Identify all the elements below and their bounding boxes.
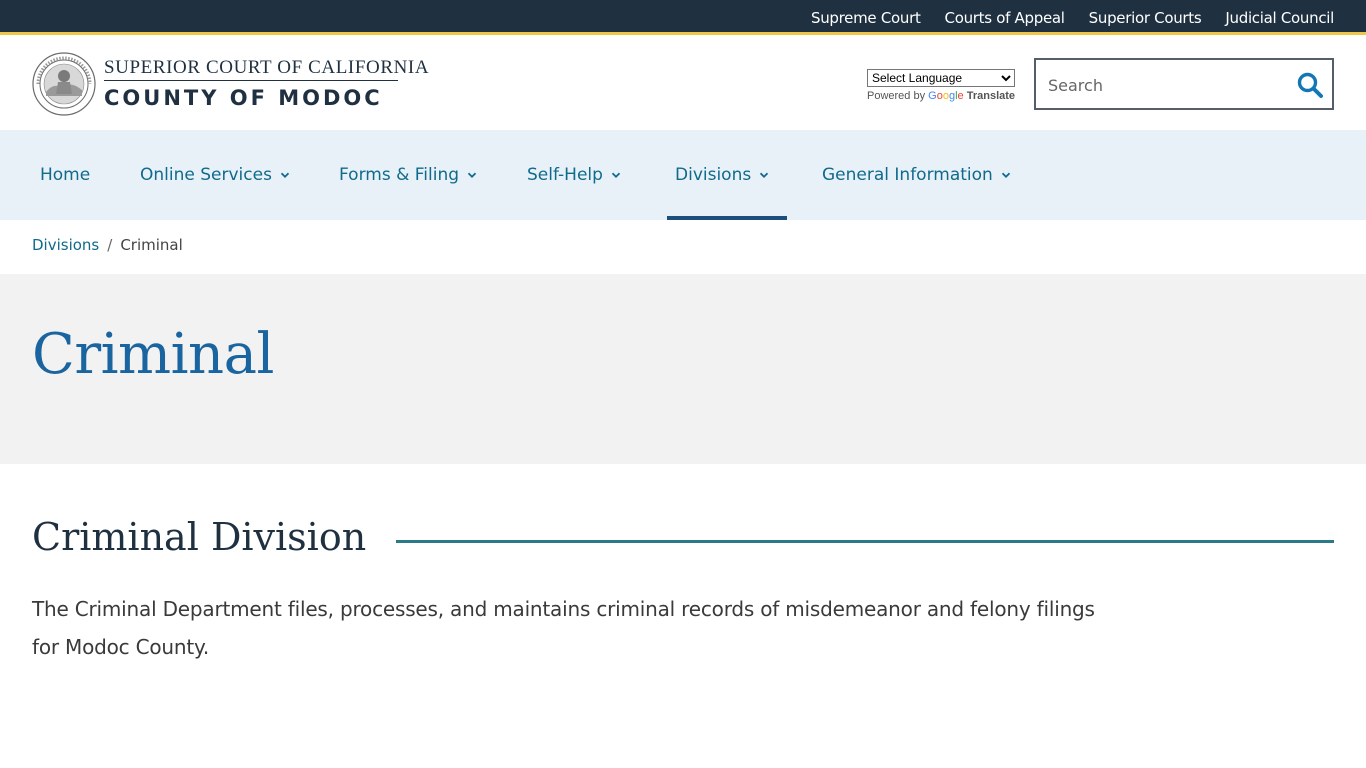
breadcrumb-separator: /	[107, 236, 113, 254]
chevron-down-icon	[280, 172, 290, 178]
chevron-down-icon	[467, 172, 477, 178]
search-box	[1034, 58, 1334, 110]
nav-item-label: Forms & Filing	[339, 165, 460, 185]
court-name-line1: SUPERIOR COURT OF CALIFORNIA	[104, 57, 430, 78]
court-name-line2: COUNTY OF MODOC	[104, 86, 383, 110]
search-input[interactable]	[1048, 72, 1288, 98]
nav-item-divisions[interactable]: Divisions	[666, 130, 788, 220]
utility-link-courts-of-appeal[interactable]: Courts of Appeal	[945, 9, 1065, 27]
google-translate-widget: Select Language Powered by Google Transl…	[867, 69, 1022, 102]
utility-bar: Supreme Court Courts of Appeal Superior …	[0, 0, 1366, 35]
google-letter: e	[957, 90, 964, 102]
section-divider	[396, 540, 1334, 543]
chevron-down-icon	[1001, 172, 1010, 178]
nav-item-label: General Information	[822, 165, 993, 185]
search-icon	[1297, 72, 1323, 98]
chevron-down-icon	[611, 172, 621, 178]
nav-item-label: Self-Help	[527, 165, 603, 185]
nav-item-online-services[interactable]: Online Services	[140, 130, 290, 220]
google-letter: G	[928, 90, 937, 102]
page-hero: Criminal	[0, 274, 1366, 464]
breadcrumb: Divisions / Criminal	[32, 236, 183, 254]
search-button[interactable]	[1296, 71, 1324, 99]
utility-link-supreme-court[interactable]: Supreme Court	[811, 9, 921, 27]
nav-item-general-information[interactable]: General Information	[822, 130, 1011, 220]
utility-link-judicial-council[interactable]: Judicial Council	[1225, 9, 1334, 27]
california-judicial-seal-icon[interactable]	[32, 52, 96, 116]
chevron-down-icon	[760, 172, 769, 178]
section-body-text: The Criminal Department files, processes…	[32, 597, 1095, 659]
utility-nav: Supreme Court Courts of Appeal Superior …	[811, 0, 1334, 35]
powered-by-label: Powered by	[867, 90, 926, 102]
section-title: Criminal Division	[32, 515, 367, 559]
language-select[interactable]: Select Language	[867, 69, 1015, 87]
google-logo[interactable]: Google	[928, 90, 964, 102]
utility-link-superior-courts[interactable]: Superior Courts	[1089, 9, 1202, 27]
translate-label: Translate	[966, 90, 1016, 102]
site-header: SUPERIOR COURT OF CALIFORNIA COUNTY OF M…	[0, 38, 1366, 130]
nav-item-forms-filing[interactable]: Forms & Filing	[339, 130, 477, 220]
nav-item-self-help[interactable]: Self-Help	[527, 130, 621, 220]
powered-by-google: Powered by Google Translate	[867, 90, 1022, 102]
page-title: Criminal	[32, 322, 274, 387]
main-nav: Home Online Services Forms & Filing Self…	[0, 130, 1366, 220]
nav-item-home[interactable]: Home	[40, 130, 90, 220]
breadcrumb-link-divisions[interactable]: Divisions	[32, 236, 99, 254]
court-name-divider	[104, 80, 398, 81]
nav-item-label: Home	[40, 165, 91, 185]
nav-item-label: Online Services	[140, 165, 272, 185]
breadcrumb-current: Criminal	[120, 236, 183, 254]
nav-item-label: Divisions	[675, 165, 752, 185]
